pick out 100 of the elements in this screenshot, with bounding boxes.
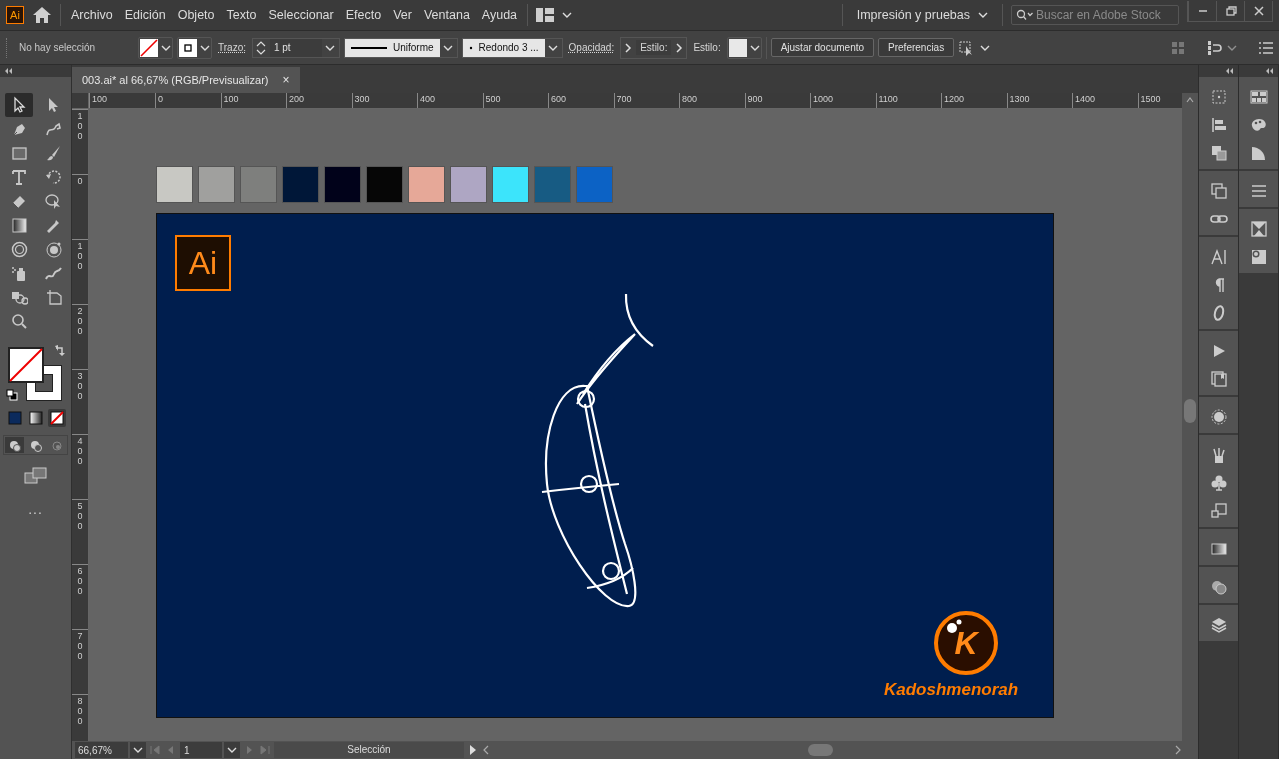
ruler-label: 1100 <box>878 94 898 104</box>
stroke-profile-dropdown[interactable]: Uniforme <box>344 38 440 57</box>
collapse-icon[interactable] <box>4 68 13 74</box>
caret-icon[interactable] <box>200 44 210 51</box>
ruler-label: 400 <box>420 94 436 104</box>
ruler-label: 100 <box>223 94 239 104</box>
ruler-label: 400 <box>76 437 84 468</box>
tool-button[interactable] <box>4 93 33 117</box>
menu-item[interactable]: Ver <box>391 8 414 22</box>
menu-item[interactable]: Ventana <box>421 8 472 22</box>
close-button[interactable]: × <box>282 73 290 87</box>
caret-icon[interactable] <box>980 44 991 51</box>
scroll-right-icon[interactable] <box>1174 745 1182 755</box>
chevron-right-icon[interactable] <box>624 42 633 53</box>
layers-icon[interactable] <box>1209 616 1228 634</box>
scroll-left-icon[interactable] <box>482 745 490 755</box>
ruler-label: 0 <box>76 177 84 188</box>
default-colors-icon[interactable] <box>5 389 18 401</box>
toolbar-button[interactable]: Ajustar documento <box>770 38 875 57</box>
fill-swatch[interactable] <box>7 347 44 383</box>
ruler-label: 800 <box>682 94 698 104</box>
style-label: Estilo: <box>692 42 722 53</box>
ruler-label: 500 <box>76 502 84 533</box>
restore-icon[interactable] <box>1224 4 1237 17</box>
ruler-label: 1200 <box>944 94 965 104</box>
caret-icon[interactable] <box>133 747 143 753</box>
zoom-field[interactable]: 66,67% <box>75 742 128 758</box>
workspace-dropdown[interactable]: Impresión y pruebas <box>850 8 994 22</box>
draw-normal-icon <box>8 438 21 452</box>
caret-icon[interactable] <box>562 12 573 18</box>
ruler-label: 900 <box>747 94 763 104</box>
club-icon[interactable] <box>1209 474 1228 492</box>
caret-icon[interactable] <box>978 12 988 18</box>
align-panel-icon[interactable] <box>1209 116 1228 134</box>
artboard-panel-icon[interactable] <box>1209 88 1228 106</box>
ruler-label: 1400 <box>1075 94 1096 104</box>
ruler-label: 100 <box>76 242 84 273</box>
rotate-icon <box>43 168 62 186</box>
caret-icon[interactable] <box>548 44 559 51</box>
stroke-dropdown[interactable] <box>177 36 212 59</box>
curvy-pen-icon <box>43 120 62 138</box>
transform-icon[interactable] <box>1209 182 1228 200</box>
menu-item[interactable]: Archivo <box>69 8 115 22</box>
collapse-icon[interactable] <box>1225 68 1234 74</box>
selection-status: No hay selección <box>18 42 97 53</box>
type-icon <box>9 168 28 186</box>
close-icon[interactable] <box>1252 4 1265 17</box>
search-icon[interactable] <box>1016 9 1034 21</box>
screen-mode-icon[interactable] <box>23 467 48 485</box>
artboard-field[interactable]: 1 <box>180 742 222 758</box>
spray-can-icon <box>9 264 28 282</box>
ruler-label: 200 <box>76 307 84 338</box>
menu-item[interactable]: Ayuda <box>479 8 520 22</box>
gradient-mode-icon <box>28 411 43 425</box>
swap-icon[interactable] <box>53 345 66 357</box>
scroll-up-icon[interactable] <box>1186 97 1194 103</box>
layout-icon[interactable] <box>536 8 555 22</box>
search-field[interactable]: Buscar en Adobe Stock <box>1011 5 1179 25</box>
toolbar-button[interactable]: Preferencias <box>878 38 955 57</box>
more-tools-button[interactable]: ... <box>28 501 43 517</box>
swatches-icon[interactable] <box>1249 88 1268 106</box>
document-tab[interactable]: 003.ai* al 66,67% (RGB/Previsualizar) × <box>72 67 300 93</box>
color-mode-button[interactable] <box>26 409 45 427</box>
panel-menu-icon[interactable] <box>1259 41 1273 54</box>
ruler-label: 600 <box>76 567 84 598</box>
style-dropdown[interactable] <box>726 36 762 59</box>
color-mode-button[interactable] <box>47 409 66 427</box>
ai-badge: Ai <box>175 235 231 291</box>
chevron-right-icon[interactable] <box>675 42 684 53</box>
no-fill-icon <box>140 38 158 57</box>
menu-item[interactable]: Texto <box>224 8 259 22</box>
opacity-label[interactable]: Opacidad: <box>566 42 617 53</box>
scroll-thumb[interactable] <box>808 744 833 756</box>
caret-icon[interactable] <box>749 44 760 51</box>
color-mode-button[interactable] <box>5 409 24 427</box>
caret-icon[interactable] <box>161 44 171 51</box>
draw-inside-icon <box>50 438 63 452</box>
style-label: Estilo: <box>636 40 672 55</box>
stroke-label[interactable]: Trazo: <box>216 42 248 53</box>
home-icon[interactable] <box>32 6 52 24</box>
draw-mode-button[interactable] <box>5 437 24 453</box>
brush-dropdown[interactable]: Redondo 3 ... <box>462 38 545 57</box>
menu-item[interactable]: Efecto <box>343 8 384 22</box>
ruler-label: 100 <box>76 112 84 143</box>
ruler-label: 800 <box>76 697 84 728</box>
palette-icon[interactable] <box>1249 116 1268 134</box>
menu-item[interactable]: Seleccionar <box>266 8 336 22</box>
speech-bubble-arrow-icon <box>43 192 62 210</box>
caret-icon[interactable] <box>443 44 454 51</box>
draw-behind-icon <box>29 438 42 452</box>
gradient-panel-icon[interactable] <box>1209 540 1228 558</box>
stroke-panel-icon[interactable] <box>1249 182 1268 200</box>
logo-emblem: K <box>934 611 998 675</box>
menu-item[interactable]: Objeto <box>175 8 217 22</box>
menu-item[interactable]: Edición <box>122 8 168 22</box>
align-icon[interactable] <box>1207 39 1223 56</box>
scroll-thumb[interactable] <box>1184 399 1196 423</box>
collapse-icon[interactable] <box>1265 68 1274 74</box>
caret-icon[interactable] <box>227 747 237 753</box>
fill-dropdown[interactable] <box>138 36 173 59</box>
